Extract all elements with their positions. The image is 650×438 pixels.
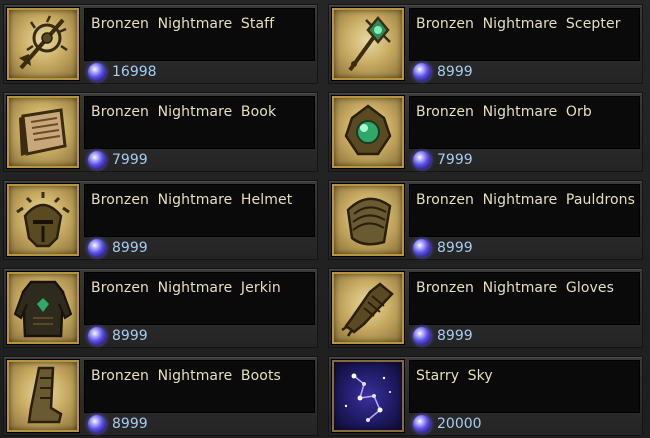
staff-icon[interactable] bbox=[7, 8, 79, 80]
gloves-icon[interactable] bbox=[332, 272, 404, 344]
jerkin-icon[interactable] bbox=[7, 272, 79, 344]
item-name-panel: Bronzen Nightmare Boots bbox=[84, 360, 315, 413]
item-price: 8999 bbox=[437, 328, 473, 344]
item-name: Bronzen Nightmare Scepter bbox=[416, 16, 621, 32]
item-name-panel: Starry Sky bbox=[409, 360, 640, 413]
item-name: Bronzen Nightmare Pauldrons bbox=[416, 192, 636, 208]
item-name: Bronzen Nightmare Jerkin bbox=[91, 280, 281, 296]
item-price: 7999 bbox=[437, 152, 473, 168]
item-name-panel: Bronzen Nightmare Gloves bbox=[409, 272, 640, 325]
item-price: 8999 bbox=[112, 240, 148, 256]
item-price: 16998 bbox=[112, 64, 157, 80]
item-price: 8999 bbox=[437, 240, 473, 256]
purple-gem-icon bbox=[88, 327, 106, 345]
item-name-panel: Bronzen Nightmare Scepter bbox=[409, 8, 640, 61]
item-price: 7999 bbox=[112, 152, 148, 168]
starry-sky-icon[interactable] bbox=[332, 360, 404, 432]
item-name: Bronzen Nightmare Helmet bbox=[91, 192, 293, 208]
shop-item-card[interactable]: Bronzen Nightmare Book 7999 bbox=[3, 92, 318, 172]
item-price: 8999 bbox=[437, 64, 473, 80]
purple-gem-icon bbox=[413, 415, 431, 433]
shop-item-card[interactable]: Bronzen Nightmare Boots 8999 bbox=[3, 356, 318, 436]
item-name: Starry Sky bbox=[416, 368, 493, 384]
item-name: Bronzen Nightmare Boots bbox=[91, 368, 281, 384]
shop-item-card[interactable]: Bronzen Nightmare Gloves 8999 bbox=[328, 268, 643, 348]
item-name: Bronzen Nightmare Staff bbox=[91, 16, 275, 32]
item-name-panel: Bronzen Nightmare Jerkin bbox=[84, 272, 315, 325]
purple-gem-icon bbox=[88, 239, 106, 257]
item-name: Bronzen Nightmare Gloves bbox=[416, 280, 615, 296]
item-price: 8999 bbox=[112, 328, 148, 344]
purple-gem-icon bbox=[413, 151, 431, 169]
purple-gem-icon bbox=[413, 239, 431, 257]
item-name: Bronzen Nightmare Book bbox=[91, 104, 277, 120]
scepter-icon[interactable] bbox=[332, 8, 404, 80]
item-price: 20000 bbox=[437, 416, 482, 432]
purple-gem-icon bbox=[413, 327, 431, 345]
purple-gem-icon bbox=[88, 415, 106, 433]
shop-item-grid: Bronzen Nightmare Staff 16998 Bronzen Ni… bbox=[0, 0, 650, 438]
boots-icon[interactable] bbox=[7, 360, 79, 432]
book-icon[interactable] bbox=[7, 96, 79, 168]
orb-icon[interactable] bbox=[332, 96, 404, 168]
purple-gem-icon bbox=[88, 151, 106, 169]
item-name-panel: Bronzen Nightmare Book bbox=[84, 96, 315, 149]
pauldrons-icon[interactable] bbox=[332, 184, 404, 256]
helmet-icon[interactable] bbox=[7, 184, 79, 256]
shop-item-card[interactable]: Bronzen Nightmare Orb 7999 bbox=[328, 92, 643, 172]
shop-item-card[interactable]: Starry Sky 20000 bbox=[328, 356, 643, 436]
item-name: Bronzen Nightmare Orb bbox=[416, 104, 592, 120]
shop-item-card[interactable]: Bronzen Nightmare Jerkin 8999 bbox=[3, 268, 318, 348]
item-price: 8999 bbox=[112, 416, 148, 432]
shop-item-card[interactable]: Bronzen Nightmare Helmet 8999 bbox=[3, 180, 318, 260]
item-name-panel: Bronzen Nightmare Staff bbox=[84, 8, 315, 61]
purple-gem-icon bbox=[88, 63, 106, 81]
item-name-panel: Bronzen Nightmare Helmet bbox=[84, 184, 315, 237]
item-name-panel: Bronzen Nightmare Pauldrons bbox=[409, 184, 640, 237]
shop-item-card[interactable]: Bronzen Nightmare Staff 16998 bbox=[3, 4, 318, 84]
item-name-panel: Bronzen Nightmare Orb bbox=[409, 96, 640, 149]
shop-item-card[interactable]: Bronzen Nightmare Scepter 8999 bbox=[328, 4, 643, 84]
purple-gem-icon bbox=[413, 63, 431, 81]
shop-item-card[interactable]: Bronzen Nightmare Pauldrons 8999 bbox=[328, 180, 643, 260]
